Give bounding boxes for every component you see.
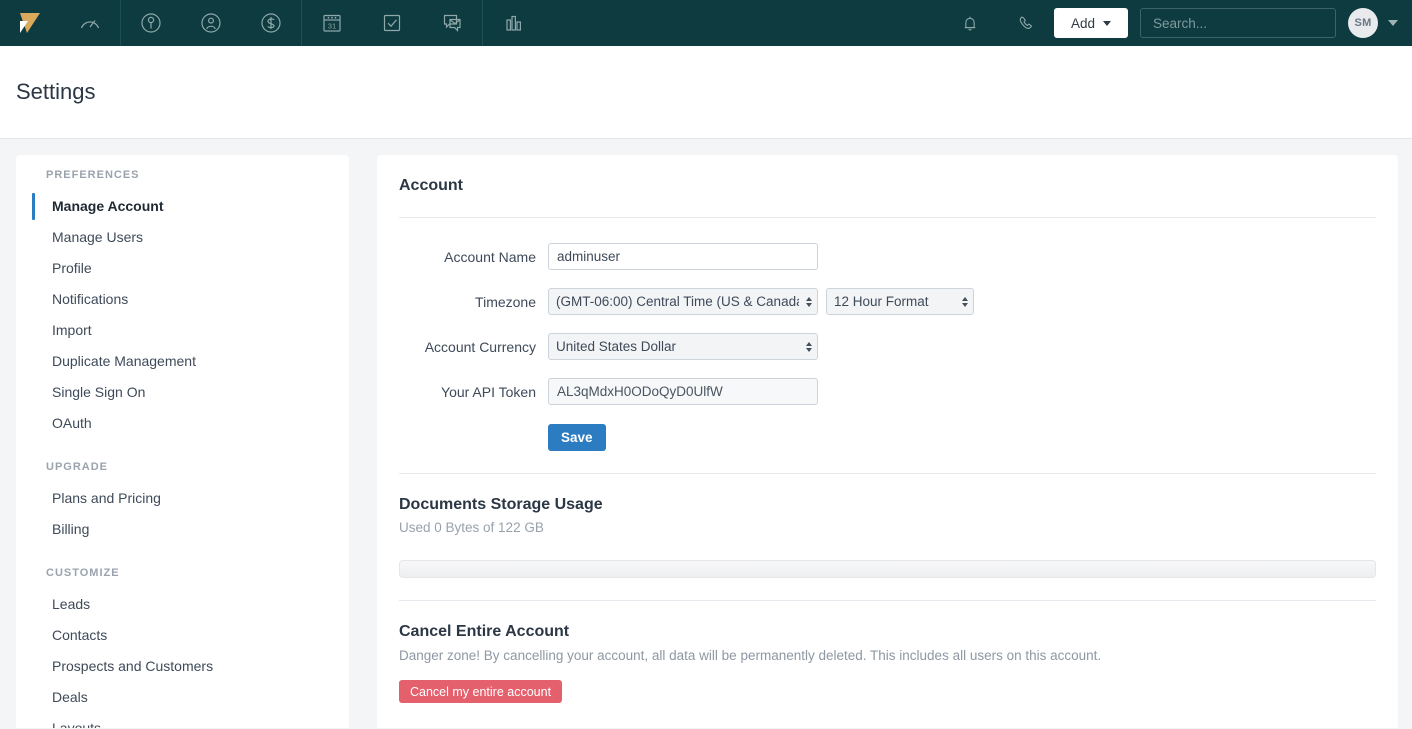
account-currency-select[interactable]: United States Dollar (548, 333, 818, 360)
sidebar-item-contacts[interactable]: Contacts (16, 620, 349, 651)
email-message-icon[interactable] (422, 0, 482, 46)
sidebar-item-manage-users[interactable]: Manage Users (16, 222, 349, 253)
nav-group-reports (483, 0, 543, 46)
dashboard-gauge-icon[interactable] (60, 0, 120, 46)
nutshell-logo-icon[interactable] (0, 0, 60, 46)
nav-group-primary (0, 0, 121, 46)
sidebar-item-label: Duplicate Management (52, 353, 196, 369)
account-name-label: Account Name (444, 248, 536, 265)
sidebar-item-label: Manage Account (52, 198, 164, 214)
sidebar-item-label: Deals (52, 689, 88, 705)
page-body: PREFERENCES Manage Account Manage Users … (0, 139, 1412, 728)
divider (399, 600, 1376, 601)
notifications-bell-icon[interactable] (942, 0, 998, 46)
form-row-account-name: Account Name (399, 243, 1376, 270)
sidebar-item-duplicate-management[interactable]: Duplicate Management (16, 346, 349, 377)
sidebar-group-title-customize: CUSTOMIZE (46, 567, 120, 579)
sidebar-group-title-preferences: PREFERENCES (46, 169, 140, 181)
sidebar-item-label: Leads (52, 596, 91, 612)
sidebar-item-label: Billing (52, 521, 90, 537)
user-menu-chevron-down-icon[interactable] (1388, 20, 1398, 26)
sidebar-item-label: Plans and Pricing (52, 490, 161, 506)
sidebar-item-label: Contacts (52, 627, 108, 643)
timezone-select-value: (GMT-06:00) Central Time (US & Canada) (556, 294, 799, 309)
sidebar-item-notifications[interactable]: Notifications (16, 284, 349, 315)
sidebar-item-profile[interactable]: Profile (16, 253, 349, 284)
timezone-select[interactable]: (GMT-06:00) Central Time (US & Canada) (548, 288, 818, 315)
nav-group-activity: 31 (302, 0, 483, 46)
form-row-timezone: Timezone (GMT-06:00) Central Time (US & … (399, 288, 1376, 315)
page-header: Settings (0, 46, 1412, 139)
tasks-checkbox-icon[interactable] (362, 0, 422, 46)
storage-usage-text: Used 0 Bytes of 122 GB (399, 520, 544, 535)
storage-progress-bar (399, 560, 1376, 578)
avatar-initials: SM (1354, 17, 1372, 29)
add-button[interactable]: Add (1054, 8, 1128, 38)
account-currency-select-value: United States Dollar (556, 339, 677, 354)
account-name-input[interactable] (548, 243, 818, 270)
cancel-section-description: Danger zone! By cancelling your account,… (399, 648, 1102, 663)
deals-dollar-icon[interactable] (241, 0, 301, 46)
sidebar-item-oauth[interactable]: OAuth (16, 408, 349, 439)
nav-group-entities (121, 0, 302, 46)
top-nav-right-controls: Add SM (942, 0, 1412, 46)
sidebar-item-billing[interactable]: Billing (16, 514, 349, 545)
search-box[interactable] (1140, 8, 1336, 38)
sidebar-item-layouts[interactable]: Layouts (16, 713, 349, 728)
avatar[interactable]: SM (1348, 8, 1378, 38)
form-row-api-token: Your API Token (399, 378, 1376, 405)
select-stepper-icon (806, 296, 812, 307)
reports-bar-chart-icon[interactable] (483, 0, 543, 46)
contacts-person-icon[interactable] (181, 0, 241, 46)
save-button[interactable]: Save (548, 424, 606, 451)
select-stepper-icon (806, 341, 812, 352)
time-format-select[interactable]: 12 Hour Format (826, 288, 974, 315)
settings-sidebar: PREFERENCES Manage Account Manage Users … (16, 155, 349, 728)
phone-icon[interactable] (998, 0, 1054, 46)
account-section-heading: Account (399, 177, 463, 194)
divider (399, 217, 1376, 218)
sidebar-item-single-sign-on[interactable]: Single Sign On (16, 377, 349, 408)
chevron-down-icon (1103, 20, 1112, 26)
svg-text:31: 31 (328, 21, 336, 30)
storage-section-heading: Documents Storage Usage (399, 496, 603, 513)
api-token-input[interactable] (548, 378, 818, 405)
add-button-label: Add (1070, 15, 1096, 31)
cancel-section-heading: Cancel Entire Account (399, 623, 570, 640)
api-token-label: Your API Token (441, 383, 536, 400)
sidebar-item-import[interactable]: Import (16, 315, 349, 346)
sidebar-item-label: Import (52, 322, 92, 338)
sidebar-item-label: Layouts (52, 720, 102, 728)
search-input[interactable] (1151, 14, 1332, 32)
cancel-entire-account-button[interactable]: Cancel my entire account (399, 680, 563, 703)
leads-icon[interactable] (121, 0, 181, 46)
cancel-button-row: Cancel my entire account (399, 680, 1376, 703)
sidebar-item-label: OAuth (52, 415, 92, 431)
sidebar-item-label: Profile (52, 260, 92, 276)
sidebar-item-plans-and-pricing[interactable]: Plans and Pricing (16, 483, 349, 514)
timezone-label: Timezone (475, 293, 536, 310)
save-row-spacer (399, 424, 548, 451)
calendar-icon[interactable]: 31 (302, 0, 362, 46)
sidebar-item-label: Prospects and Customers (52, 658, 214, 674)
settings-main-panel: Account Account Name Timezone (GMT-06:00… (377, 155, 1398, 728)
form-row-save: Save (399, 424, 1376, 451)
sidebar-item-manage-account[interactable]: Manage Account (16, 191, 349, 222)
sidebar-item-label: Notifications (52, 291, 129, 307)
divider (399, 473, 1376, 474)
sidebar-item-prospects-and-customers[interactable]: Prospects and Customers (16, 651, 349, 682)
sidebar-item-label: Single Sign On (52, 384, 146, 400)
form-row-currency: Account Currency United States Dollar (399, 333, 1376, 360)
sidebar-item-deals[interactable]: Deals (16, 682, 349, 713)
top-navigation-bar: 31 Add Search... SM (0, 0, 1412, 46)
sidebar-group-title-upgrade: UPGRADE (46, 461, 109, 473)
top-nav-left-icons: 31 (0, 0, 543, 46)
select-stepper-icon (962, 296, 968, 307)
sidebar-item-leads[interactable]: Leads (16, 589, 349, 620)
page-title: Settings (16, 79, 96, 104)
sidebar-item-label: Manage Users (52, 229, 144, 245)
account-currency-label: Account Currency (424, 338, 536, 355)
time-format-select-value: 12 Hour Format (834, 294, 929, 309)
